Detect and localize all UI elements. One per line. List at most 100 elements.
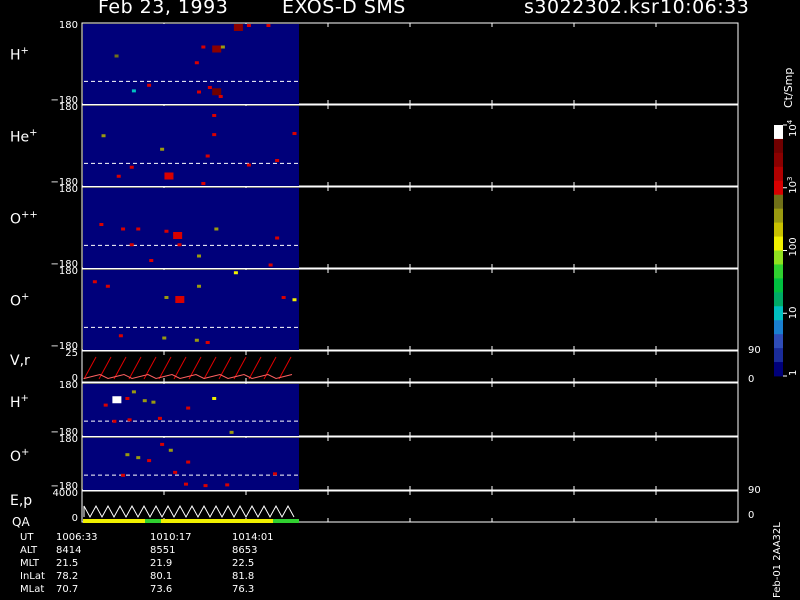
footer-value-inlat-1: 80.1 xyxy=(150,571,173,582)
data-cell-o-plus-1-4 xyxy=(164,296,169,299)
species-label-he-plus: He+ xyxy=(10,127,38,145)
data-cell-he-plus-6 xyxy=(164,172,174,180)
right-max-vr: 90 xyxy=(748,345,761,356)
data-cell-h-plus-2-10 xyxy=(157,416,162,420)
colorbar-segment-17 xyxy=(774,362,783,377)
data-cell-o-plus-1-6 xyxy=(292,298,297,302)
axis-max-vr: 25 xyxy=(65,348,78,359)
footer-value-alt-1: 8551 xyxy=(150,545,176,556)
data-cell-o-plus-1-8 xyxy=(118,334,123,338)
data-cell-o-plus-2-2 xyxy=(125,453,130,457)
footer-value-inlat-2: 81.8 xyxy=(232,571,255,582)
data-cell-h-plus-2-2 xyxy=(125,396,130,400)
header-time: 10:06:33 xyxy=(660,0,750,18)
data-cell-h-plus-2-0 xyxy=(131,390,136,394)
axis-max-o-plus-plus: 180 xyxy=(59,184,78,195)
data-cell-o-plus-2-6 xyxy=(121,473,126,477)
heatmap-background-o-plus-plus xyxy=(83,188,299,268)
qa-bar-1 xyxy=(83,519,145,523)
species-label-vr: V,r xyxy=(10,353,30,369)
data-cell-h-plus-1-1 xyxy=(233,24,243,31)
data-cell-o-plus-plus-2 xyxy=(136,227,141,231)
data-cell-h-plus-2-8 xyxy=(112,419,117,423)
footer-value-ut-1: 1010:17 xyxy=(150,532,192,543)
data-cell-h-plus-1-13 xyxy=(218,95,223,98)
right-min-vr: 0 xyxy=(748,374,754,385)
species-label-h-plus-1: H+ xyxy=(10,45,29,63)
data-cell-o-plus-1-5 xyxy=(281,296,286,299)
data-cell-o-plus-plus-0 xyxy=(99,223,104,226)
data-cell-o-plus-2-0 xyxy=(160,442,165,446)
data-cell-o-plus-2-3 xyxy=(136,456,141,460)
colorbar-segment-8 xyxy=(774,236,783,251)
data-cell-o-plus-2-10 xyxy=(225,483,230,487)
data-cell-he-plus-5 xyxy=(129,165,134,169)
heatmap-background-h-plus-2 xyxy=(83,384,299,436)
data-cell-he-plus-3 xyxy=(160,147,165,151)
data-cell-o-plus-1-10 xyxy=(205,341,210,344)
colorbar-tick-label-2: 100 xyxy=(788,237,799,256)
data-cell-he-plus-2 xyxy=(212,133,217,137)
footer-value-mlat-1: 73.6 xyxy=(150,584,173,595)
heatmap-background-he-plus xyxy=(83,106,299,186)
colorbar-segment-6 xyxy=(774,208,783,224)
axis-max-h-plus-2: 180 xyxy=(59,380,78,391)
species-label-h-plus-2: H+ xyxy=(10,393,29,411)
colorbar-segment-3 xyxy=(774,166,783,182)
data-cell-h-plus-2-9 xyxy=(127,418,132,422)
data-cell-o-plus-plus-10 xyxy=(149,259,154,262)
data-cell-o-plus-1-7 xyxy=(197,284,202,288)
footer-value-inlat-0: 78.2 xyxy=(56,571,79,582)
header-instrument: EXOS-D SMS xyxy=(282,0,406,18)
colorbar-tick-label-4: 104 xyxy=(786,119,799,137)
footer-value-alt-2: 8653 xyxy=(232,545,258,556)
colorbar-segment-16 xyxy=(774,348,783,363)
footer-label-mlat: MLat xyxy=(20,584,45,595)
footer-value-ut-2: 1014:01 xyxy=(232,532,274,543)
colorbar-segment-4 xyxy=(774,180,783,196)
axis-max-h-plus-1: 180 xyxy=(59,20,78,31)
sms-display: 180 −180 H+ 180 −180 He+ 180 −180 O++ 180 −180 O+ 90… xyxy=(0,0,800,600)
data-cell-h-plus-2-3 xyxy=(142,399,147,403)
version-label: Feb-01 2AA32L xyxy=(772,522,783,598)
footer-value-alt-0: 8414 xyxy=(56,545,82,556)
heatmap-background-o-plus-1 xyxy=(83,270,299,350)
qa-bar-2 xyxy=(145,519,161,523)
axis-max-o-plus-2: 180 xyxy=(59,434,78,445)
data-cell-o-plus-2-9 xyxy=(203,484,208,488)
axis-max-he-plus: 180 xyxy=(59,102,78,113)
qa-bar-4 xyxy=(273,519,299,523)
data-cell-o-plus-1-1 xyxy=(92,280,97,284)
data-cell-o-plus-plus-11 xyxy=(268,263,273,267)
data-cell-o-plus-plus-5 xyxy=(214,227,219,231)
data-cell-h-plus-2-7 xyxy=(103,403,108,407)
colorbar-segment-7 xyxy=(774,222,783,237)
data-cell-h-plus-1-6 xyxy=(114,54,119,58)
colorbar-segment-0 xyxy=(774,125,783,140)
heatmap-background-h-plus-1 xyxy=(83,24,299,104)
data-cell-o-plus-2-4 xyxy=(147,459,152,463)
footer-label-alt: ALT xyxy=(20,545,38,556)
data-cell-o-plus-1-2 xyxy=(105,284,110,288)
data-cell-h-plus-2-4 xyxy=(151,400,156,404)
colorbar-tick-label-3: 103 xyxy=(786,177,799,194)
right-max-ep: 90 xyxy=(748,485,761,496)
axis-max-o-plus-1: 180 xyxy=(59,266,78,277)
data-cell-h-plus-1-0 xyxy=(246,24,251,27)
footer-label-ut: UT xyxy=(20,532,34,543)
data-cell-he-plus-8 xyxy=(201,182,206,185)
footer-label-mlt: MLT xyxy=(20,558,39,569)
header-filename: s3022302.ksr xyxy=(524,0,660,18)
data-cell-o-plus-2-7 xyxy=(173,470,178,474)
data-cell-h-plus-2-5 xyxy=(186,406,191,410)
data-cell-h-plus-1-7 xyxy=(194,61,199,65)
colorbar-segment-11 xyxy=(774,278,783,293)
footer-value-mlat-0: 70.7 xyxy=(56,584,79,595)
data-cell-o-plus-plus-6 xyxy=(129,243,134,247)
data-cell-h-plus-1-10 xyxy=(131,89,136,93)
data-cell-o-plus-2-1 xyxy=(168,448,173,452)
data-cell-he-plus-1 xyxy=(101,134,106,138)
data-cell-o-plus-2-11 xyxy=(272,472,277,476)
footer-value-mlt-1: 21.9 xyxy=(150,558,173,569)
data-cell-o-plus-plus-3 xyxy=(164,229,169,233)
